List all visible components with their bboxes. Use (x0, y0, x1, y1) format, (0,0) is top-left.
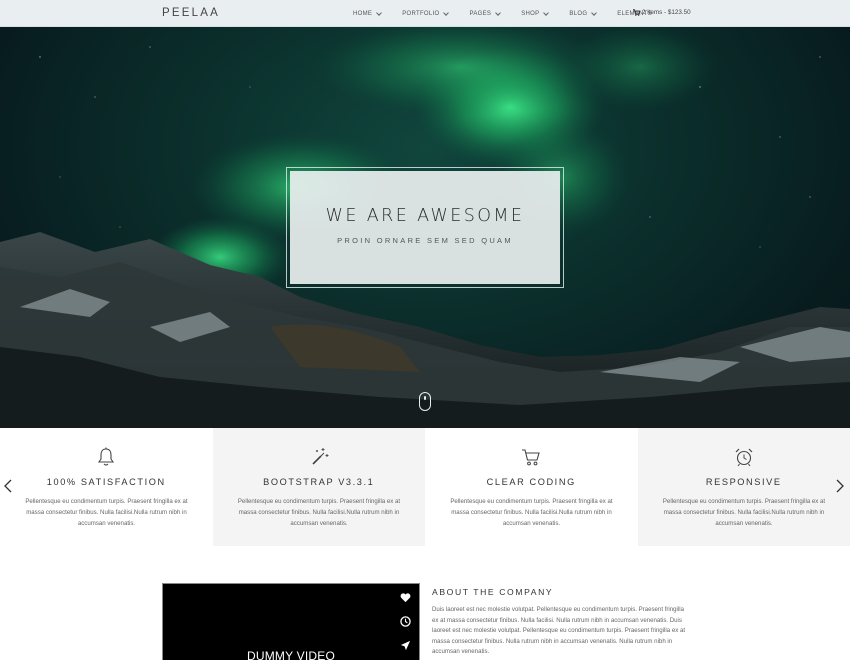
top-navbar: PEELAA HOME PORTFOLIO PAGES SHOP BLOG EL… (0, 0, 850, 27)
hero-title: WE ARE AWESOME (325, 206, 525, 226)
chevron-right-icon[interactable] (836, 479, 844, 493)
main-nav: HOME PORTFOLIO PAGES SHOP BLOG ELEMENTS (353, 0, 652, 27)
nav-item-label: PORTFOLIO (402, 10, 440, 17)
feature-card: RESPONSIVE Pellentesque eu condimentum t… (637, 428, 850, 546)
heart-icon[interactable] (400, 590, 411, 608)
cart-summary[interactable]: 2 items - $123.50 (633, 9, 691, 16)
cart-label: 2 items - $123.50 (642, 9, 691, 16)
nav-item-home[interactable]: HOME (353, 9, 383, 17)
nav-item-label: PAGES (469, 10, 492, 17)
chevron-down-icon (543, 9, 550, 16)
magic-wand-icon (312, 448, 329, 465)
video-player[interactable]: DUMMY VIDEO (162, 583, 420, 660)
bell-icon (98, 447, 115, 466)
features-carousel: 100% SATISFACTION Pellentesque eu condim… (0, 428, 850, 546)
feature-card: 100% SATISFACTION Pellentesque eu condim… (0, 428, 213, 546)
cart-icon (633, 9, 640, 16)
cart-icon (522, 449, 540, 466)
feature-card: BOOTSTRAP V3.3.1 Pellentesque eu condime… (212, 428, 425, 546)
feature-text: Pellentesque eu condimentum turpis. Prae… (237, 498, 401, 527)
feature-text: Pellentesque eu condimentum turpis. Prae… (450, 498, 613, 527)
nav-item-portfolio[interactable]: PORTFOLIO (402, 9, 450, 17)
feature-title: 100% SATISFACTION (46, 477, 166, 487)
video-label: DUMMY VIDEO (247, 649, 335, 660)
chevron-down-icon (443, 9, 450, 16)
nav-item-label: BLOG (569, 10, 588, 17)
feature-text: Pellentesque eu condimentum turpis. Prae… (662, 498, 826, 527)
nav-item-blog[interactable]: BLOG (569, 9, 598, 17)
clock-icon[interactable] (399, 614, 411, 632)
hero-caption: WE ARE AWESOME PROIN ORNARE SEM SED QUAM (290, 171, 560, 284)
feature-title: BOOTSTRAP V3.3.1 (263, 477, 375, 487)
scroll-down-mouse-icon[interactable] (419, 392, 431, 411)
alarm-clock-icon (735, 448, 753, 467)
chevron-down-icon (376, 9, 383, 16)
feature-title: CLEAR CODING (486, 477, 576, 487)
chevron-down-icon (495, 9, 502, 16)
hero-subtitle: PROIN ORNARE SEM SED QUAM (337, 236, 513, 245)
feature-title: RESPONSIVE (705, 477, 782, 487)
nav-item-shop[interactable]: SHOP (521, 9, 550, 17)
feature-card: CLEAR CODING Pellentesque eu condimentum… (425, 428, 638, 546)
about-text: Duis laoreet est nec molestie volutpat. … (432, 606, 686, 655)
feature-text: Pellentesque eu condimentum turpis. Prae… (25, 498, 188, 527)
nav-item-label: HOME (353, 10, 373, 17)
site-logo[interactable]: PEELAA (162, 7, 220, 19)
about-title: ABOUT THE COMPANY (432, 587, 554, 597)
chevron-down-icon (591, 9, 598, 16)
nav-item-pages[interactable]: PAGES (469, 9, 502, 17)
hero-banner: WE ARE AWESOME PROIN ORNARE SEM SED QUAM (0, 27, 850, 428)
nav-item-label: SHOP (521, 10, 540, 17)
chevron-left-icon[interactable] (4, 479, 12, 493)
